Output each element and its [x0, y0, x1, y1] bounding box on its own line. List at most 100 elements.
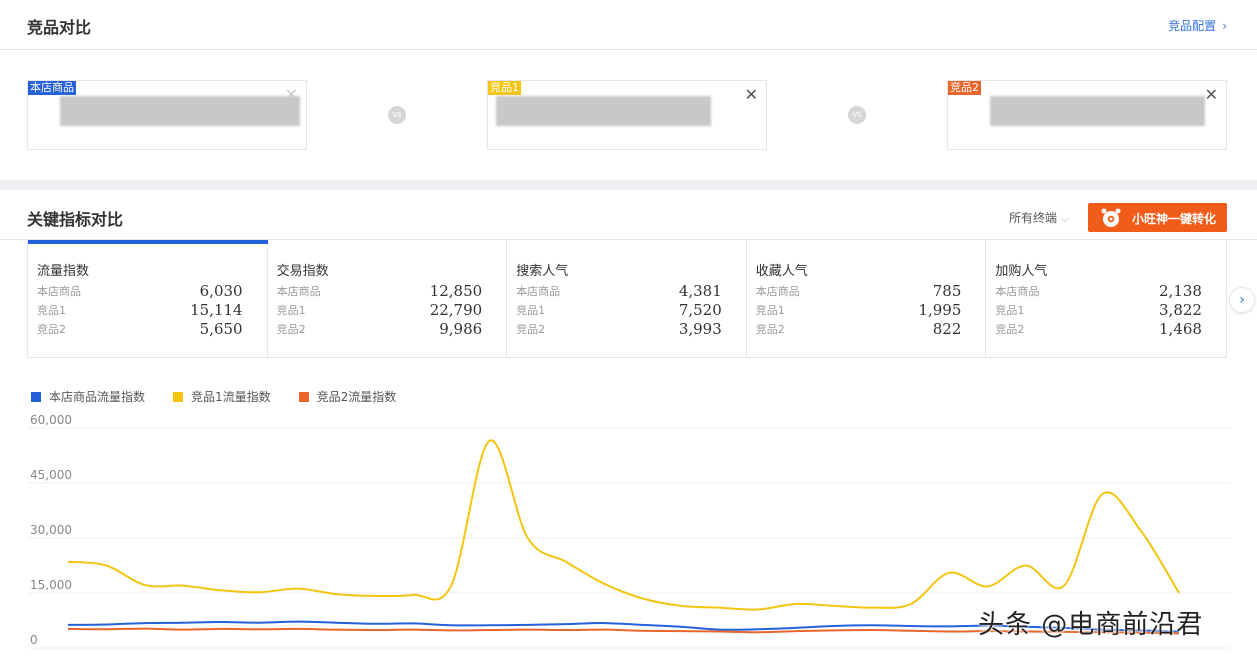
close-icon[interactable]: ✕	[1205, 87, 1218, 103]
metric-tab-favorites[interactable]: 收藏人气 本店商品 785 竞品1 1,995 竞品2 822	[747, 240, 987, 357]
metric-title: 加购人气	[995, 264, 1048, 279]
legend-label: 竞品2流量指数	[316, 390, 397, 404]
metric-row-label: 竞品1	[755, 303, 785, 317]
metric-row-value: 5,650	[199, 319, 243, 338]
metric-row-value: 15,114	[190, 300, 243, 319]
metric-row-label: 竞品2	[276, 322, 306, 336]
metric-title: 交易指数	[276, 264, 329, 279]
legend-item-own[interactable]: 本店商品流量指数	[31, 388, 145, 405]
metric-row-label: 竞品1	[276, 303, 306, 317]
metric-row: 竞品2 3,993	[516, 319, 722, 338]
metric-row-value: 6,030	[199, 281, 243, 300]
metric-tab-add-to-cart[interactable]: 加购人气 本店商品 2,138 竞品1 3,822 竞品2 1,468	[986, 240, 1226, 357]
legend-swatch	[173, 391, 184, 402]
series-line-1	[67, 439, 1180, 611]
metric-row-value: 785	[932, 281, 962, 300]
competitor-2-tag: 竞品2	[948, 81, 981, 95]
y-tick-label: 0	[30, 633, 38, 647]
metric-title: 流量指数	[37, 264, 90, 279]
competitor-config-label: 竞品配置	[1168, 19, 1217, 33]
metric-row: 竞品1 7,520	[516, 300, 722, 319]
close-icon[interactable]: ✕	[285, 87, 298, 103]
metric-row-value: 3,822	[1159, 300, 1202, 319]
vs-badge: VS	[848, 106, 866, 124]
close-icon[interactable]: ✕	[745, 87, 758, 103]
metric-row-label: 本店商品	[755, 284, 800, 298]
metric-row-label: 竞品2	[37, 322, 66, 336]
metric-row-value: 2,138	[1159, 281, 1202, 300]
metric-row: 竞品1 15,114	[37, 300, 243, 319]
metric-row-label: 竞品1	[37, 303, 66, 317]
product-name-blurred	[60, 96, 300, 126]
robot-icon	[1101, 208, 1121, 227]
metric-row: 竞品1 1,995	[756, 300, 962, 319]
metric-row-label: 竞品2	[755, 322, 785, 336]
competitor-2-card[interactable]: 竞品2 ✕	[947, 80, 1227, 150]
y-tick-label: 60,000	[30, 413, 72, 427]
legend-swatch	[31, 391, 41, 402]
metric-row: 竞品2 5,650	[37, 319, 243, 338]
section-divider	[0, 180, 1257, 190]
compare-cards-area: 本店商品 ✕ VS 竞品1 ✕ VS 竞品2 ✕	[0, 50, 1257, 180]
metric-row-value: 9,986	[439, 319, 483, 338]
metric-tab-trade[interactable]: 交易指数 本店商品 12,850 竞品1 22,790 竞品2 9,986	[268, 240, 508, 357]
metric-tab-search[interactable]: 搜索人气 本店商品 4,381 竞品1 7,520 竞品2 3,993	[507, 240, 747, 357]
y-tick-label: 30,000	[30, 523, 72, 537]
metric-row-value: 4,381	[678, 281, 722, 300]
metric-title: 搜索人气	[516, 264, 569, 279]
metric-row-value: 7,520	[678, 300, 722, 319]
metric-row-value: 1,995	[918, 300, 962, 319]
metric-row: 本店商品 2,138	[995, 281, 1202, 300]
kpi-section-title: 关键指标对比	[27, 210, 124, 229]
metric-row-label: 竞品2	[995, 322, 1025, 336]
metric-row-label: 竞品1	[995, 303, 1025, 317]
watermark-text: 头条 @电商前沿君	[978, 610, 1204, 640]
metric-row-label: 竞品2	[516, 322, 546, 336]
vs-badge: VS	[388, 106, 406, 124]
metric-row: 竞品2 9,986	[277, 319, 483, 338]
terminal-select[interactable]: 所有终端 ⌵	[1009, 209, 1069, 226]
metric-tab-traffic[interactable]: 流量指数 本店商品 6,030 竞品1 15,114 竞品2 5,650	[28, 240, 268, 357]
own-product-tag: 本店商品	[28, 81, 76, 95]
metric-row-value: 12,850	[429, 281, 483, 300]
own-product-card[interactable]: 本店商品 ✕	[27, 80, 307, 150]
metric-row-label: 本店商品	[516, 284, 561, 298]
metric-row-label: 本店商品	[995, 284, 1040, 298]
metric-row: 本店商品 4,381	[516, 281, 722, 300]
competitor-config-link[interactable]: 竞品配置 ›	[1168, 17, 1227, 34]
page-title: 竞品对比	[27, 18, 92, 37]
metric-row-value: 22,790	[429, 300, 483, 319]
terminal-select-value: 所有终端	[1009, 211, 1058, 225]
convert-button-label: 小旺神一键转化	[1132, 212, 1217, 226]
product-name-blurred	[496, 96, 711, 126]
metric-row: 本店商品 12,850	[277, 281, 483, 300]
competitor-1-card[interactable]: 竞品1 ✕	[487, 80, 767, 150]
product-name-blurred	[990, 96, 1205, 126]
metric-row: 竞品1 22,790	[277, 300, 483, 319]
legend-swatch	[298, 391, 309, 402]
metric-title: 收藏人气	[755, 264, 808, 279]
chevron-down-icon: ⌵	[1061, 214, 1069, 225]
metric-row-label: 竞品1	[516, 303, 546, 317]
next-metrics-arrow-icon[interactable]: ›	[1229, 287, 1255, 313]
metric-row-value: 822	[932, 319, 962, 338]
metric-row-label: 本店商品	[37, 284, 81, 298]
legend-label: 竞品1流量指数	[191, 390, 271, 404]
chart-legend: 本店商品流量指数 竞品1流量指数 竞品2流量指数	[31, 388, 424, 405]
metric-row: 竞品1 3,822	[995, 300, 1202, 319]
one-click-convert-button[interactable]: 小旺神一键转化	[1088, 203, 1227, 232]
metric-row-label: 本店商品	[276, 284, 321, 298]
metric-row-value: 1,468	[1159, 319, 1202, 338]
metric-row: 竞品2 822	[756, 319, 962, 338]
competitor-1-tag: 竞品1	[488, 81, 521, 95]
kpi-header: 关键指标对比 所有终端 ⌵ 小旺神一键转化	[0, 190, 1257, 240]
legend-item-competitor-2[interactable]: 竞品2流量指数	[298, 388, 397, 405]
metric-row: 本店商品 6,030	[37, 281, 243, 300]
legend-label: 本店商品流量指数	[49, 390, 146, 404]
metrics-row: 流量指数 本店商品 6,030 竞品1 15,114 竞品2 5,650 交易指数 本…	[27, 240, 1227, 358]
legend-item-competitor-1[interactable]: 竞品1流量指数	[173, 388, 271, 405]
y-tick-label: 45,000	[30, 468, 72, 482]
metric-row: 竞品2 1,468	[995, 319, 1202, 338]
y-tick-label: 15,000	[30, 578, 72, 592]
metric-row: 本店商品 785	[756, 281, 962, 300]
